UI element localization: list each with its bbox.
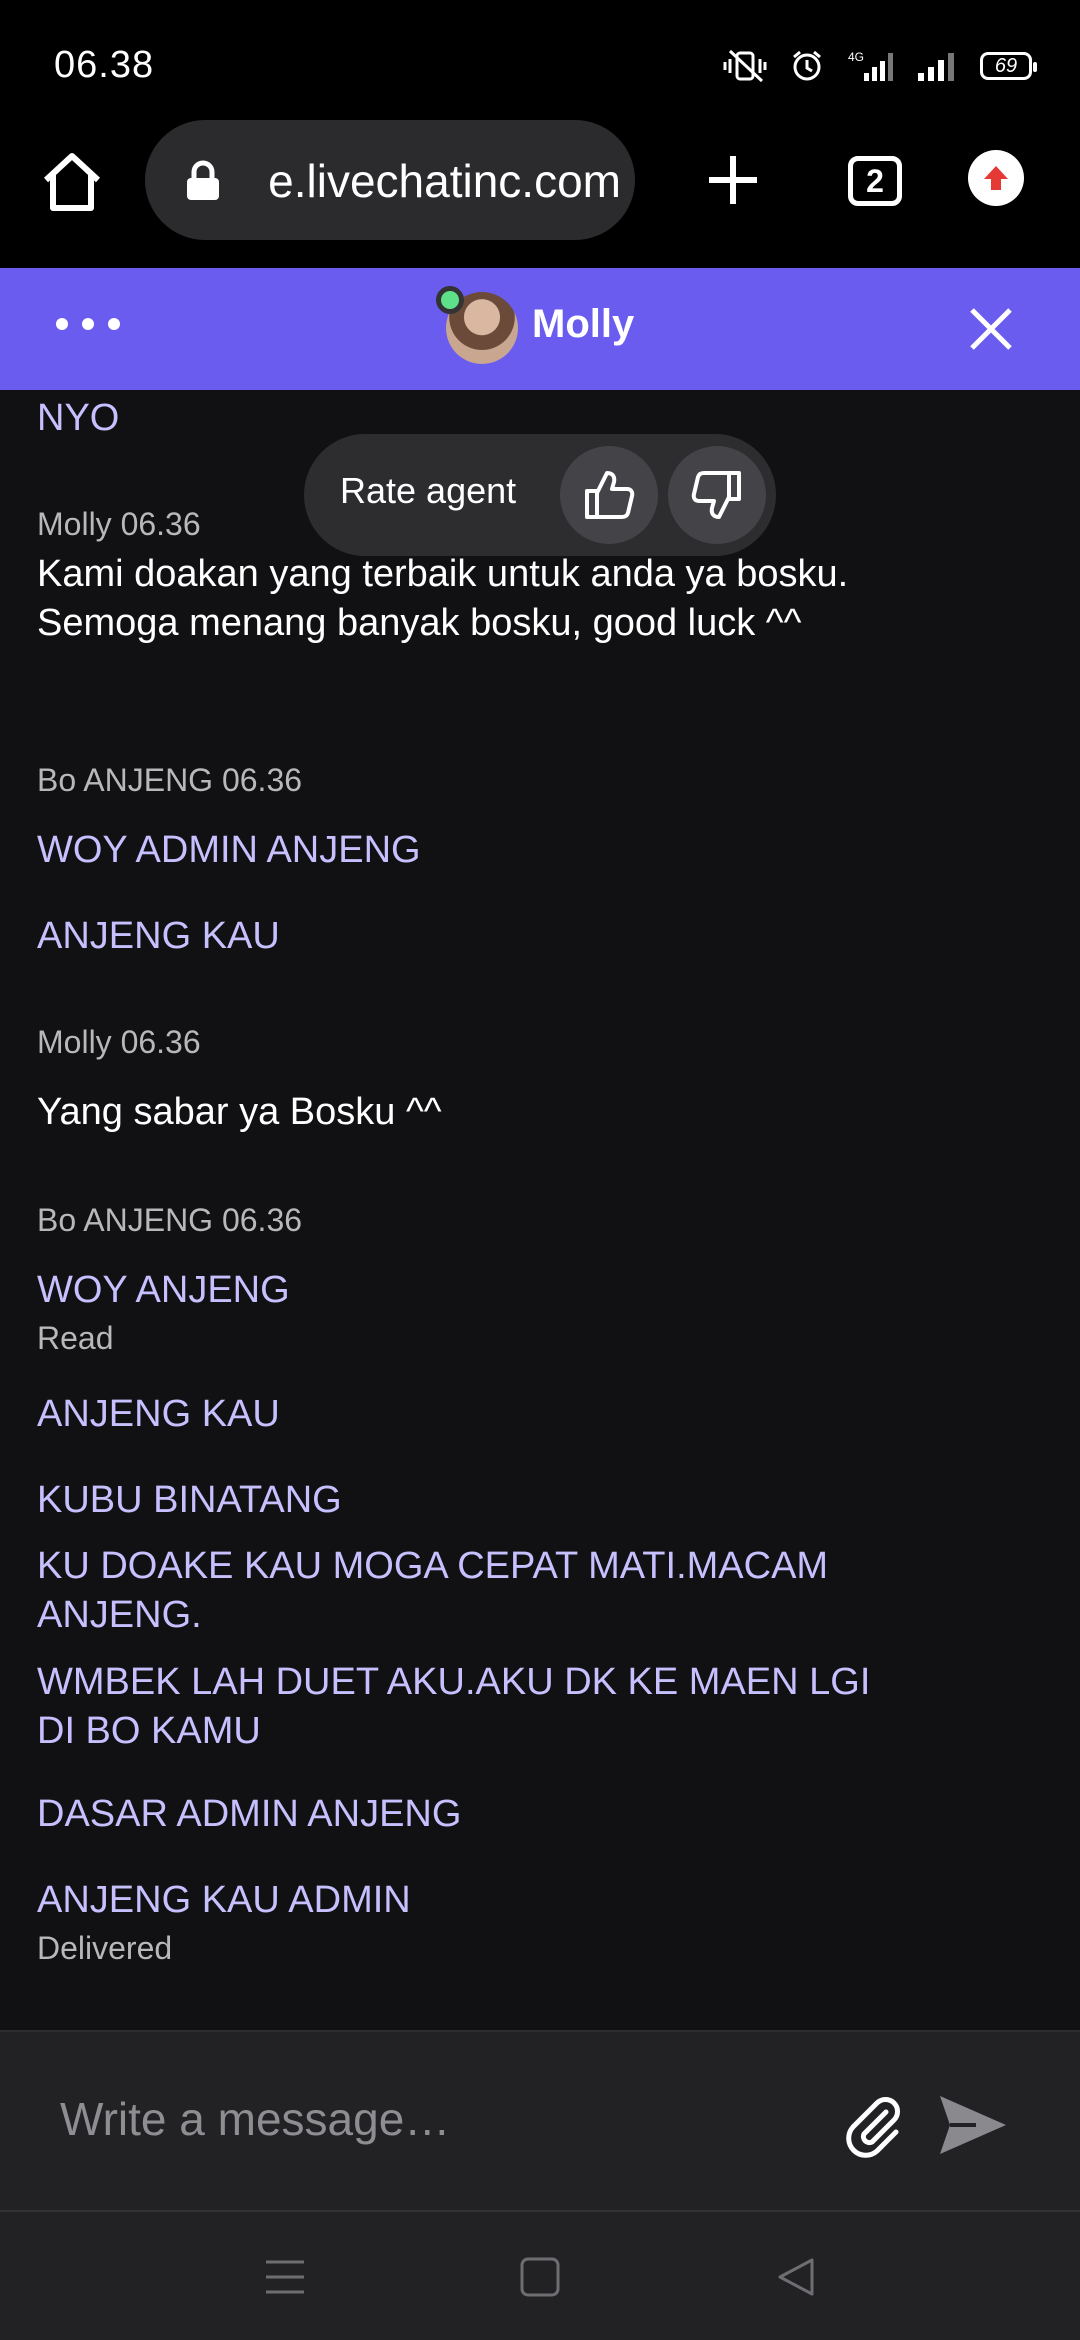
message-meta: Molly 06.36 — [37, 506, 201, 542]
home-icon[interactable] — [40, 150, 104, 214]
recents-menu-icon[interactable] — [262, 2256, 308, 2298]
message-status: Delivered — [37, 1930, 173, 1966]
thumbs-up-button[interactable] — [560, 446, 658, 544]
message-text: Yang sabar ya Bosku ^^ — [37, 1091, 442, 1133]
agent-name: Molly — [532, 302, 635, 346]
more-dots-icon[interactable] — [56, 318, 120, 330]
back-triangle-icon[interactable] — [774, 2256, 820, 2298]
message-text: ANJENG KAU — [37, 1393, 280, 1435]
send-icon[interactable] — [936, 2090, 1010, 2160]
svg-text:4G: 4G — [848, 50, 864, 64]
message-text: WOY ADMIN ANJENG — [37, 829, 421, 871]
message-meta: Bo ANJENG 06.36 — [37, 1202, 303, 1238]
system-nav-bar — [0, 2210, 1080, 2340]
close-icon[interactable] — [966, 304, 1016, 354]
address-bar[interactable]: e.livechatinc.com — [145, 120, 635, 240]
browser-toolbar: e.livechatinc.com 2 — [0, 120, 1080, 268]
message-text: WMBEK LAH DUET AKU.AKU DK KE MAEN LGI DI… — [37, 1661, 871, 1752]
message-meta: Molly 06.36 — [37, 1024, 201, 1060]
message-input[interactable]: Write a message… — [60, 2092, 450, 2146]
chat-header: Molly — [0, 268, 1080, 390]
message-text: KU DOAKE KAU MOGA CEPAT MATI.MACAM ANJEN… — [37, 1545, 829, 1636]
message-list[interactable]: NYO Molly 06.36 Kami doakan yang terbaik… — [0, 390, 1080, 2030]
message-text: WOY ANJENG — [37, 1269, 290, 1311]
tab-switcher-button[interactable]: 2 — [848, 156, 902, 206]
message-text: ANJENG KAU — [37, 915, 280, 957]
message-text: DASAR ADMIN ANJENG — [37, 1793, 462, 1835]
message-text: NYO — [37, 397, 120, 439]
status-time: 06.38 — [54, 44, 155, 86]
alarm-icon — [793, 50, 821, 81]
paperclip-icon[interactable] — [838, 2090, 908, 2160]
thumbs-up-icon — [585, 471, 635, 519]
status-icons: 4G 69 — [722, 46, 1037, 86]
thumbs-down-icon — [691, 471, 741, 519]
thumbs-down-button[interactable] — [668, 446, 766, 544]
status-bar: 06.38 4G 69 — [0, 0, 1080, 120]
vibrate-muted-icon — [723, 49, 767, 83]
rate-agent-label: Rate agent — [340, 470, 517, 511]
home-square-icon[interactable] — [518, 2256, 564, 2298]
online-status-icon — [436, 286, 464, 314]
message-text: KUBU BINATANG — [37, 1479, 342, 1521]
rate-agent-popup: Rate agent — [304, 434, 776, 556]
message-composer: Write a message… — [0, 2030, 1080, 2210]
update-arrow-icon[interactable] — [968, 150, 1024, 206]
message-text: Kami doakan yang terbaik untuk anda ya b… — [37, 553, 849, 644]
battery-icon: 69 — [980, 52, 1037, 80]
message-meta: Bo ANJENG 06.36 — [37, 762, 303, 798]
url-text[interactable]: e.livechatinc.com — [241, 154, 621, 208]
signal-4g-icon: 4G — [848, 50, 893, 81]
message-text: ANJENG KAU ADMIN — [37, 1879, 411, 1921]
lock-icon — [187, 160, 219, 200]
plus-icon[interactable] — [705, 152, 761, 208]
signal-icon — [918, 53, 954, 81]
message-status: Read — [37, 1320, 114, 1356]
